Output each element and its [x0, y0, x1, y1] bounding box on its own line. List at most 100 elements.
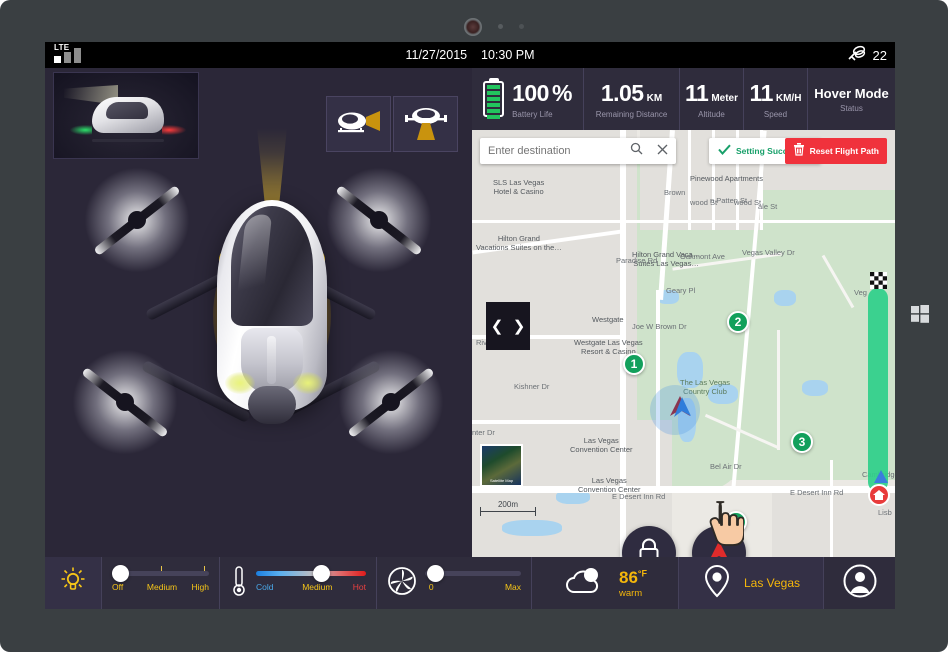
map-label: Geary Pl — [666, 286, 696, 295]
reset-flight-path-button[interactable]: Reset Flight Path — [784, 138, 887, 164]
map-scale-line — [480, 507, 536, 516]
weather-temperature: 86 — [618, 567, 638, 587]
temp-label-medium: Medium — [302, 582, 333, 592]
telemetry-bar: 100 % Battery Life 1.05 KM Remaining Dis… — [472, 68, 895, 130]
drone-top-view — [45, 128, 472, 528]
telemetry-status: Hover Mode Status — [808, 68, 895, 130]
satellite-map-toggle[interactable]: Satellite Map — [480, 444, 523, 487]
battery-unit: % — [551, 79, 572, 106]
chevron-left-icon[interactable]: ❮ — [486, 302, 508, 350]
home-heading-arrow-icon — [874, 470, 888, 483]
map-scale-text: 200m — [497, 500, 518, 509]
map-scale-bar: 200m — [480, 500, 536, 516]
map-label: E Desert Inn Rd — [612, 492, 666, 501]
light-label-high: High — [191, 582, 209, 592]
temperature-control[interactable]: Cold Medium Hot — [220, 557, 377, 609]
map-label: E Desert Inn Rd — [790, 488, 844, 497]
status-value: Hover Mode — [814, 85, 889, 101]
battery-value: 100 — [512, 79, 549, 106]
trash-icon — [793, 142, 805, 161]
telemetry-altitude: 11 Meter Altitude — [680, 68, 744, 130]
checkered-flag-icon — [870, 272, 887, 294]
rotor-hub — [382, 393, 400, 411]
front-camera-icon — [464, 18, 482, 36]
thumbnail-drone-window — [106, 102, 148, 119]
drone-tail-fin — [267, 336, 276, 384]
weather-description: warm — [618, 587, 643, 599]
rotor-rear-left — [69, 346, 181, 458]
tablet-top-bezel — [0, 0, 948, 42]
temperature-slider-track[interactable] — [256, 565, 366, 582]
fan-slider-knob[interactable] — [426, 565, 444, 582]
panel-divider: ❮ ❯ — [486, 302, 530, 350]
home-icon[interactable] — [868, 484, 890, 506]
telemetry-remaining-distance: 1.05 KM Remaining Distance — [584, 68, 680, 130]
rotor-hub — [116, 393, 134, 411]
satellite-count: 22 — [872, 47, 887, 63]
date-text: 11/27/2015 — [405, 48, 468, 62]
temp-label-cold: Cold — [256, 582, 274, 592]
status-label: Status — [840, 103, 863, 113]
search-icon[interactable] — [630, 142, 643, 160]
datetime-display: 11/27/2015 10:30 PM — [45, 42, 895, 68]
landing-light-left — [225, 372, 255, 394]
map-label: Bel Air Dr — [710, 462, 742, 471]
light-toggle-button[interactable] — [45, 557, 102, 609]
rotor-rear-right — [335, 346, 447, 458]
map-label: Kishner Dr — [514, 382, 550, 391]
flight-map[interactable]: SLS Las Vegas Hotel & Casino Hilton Grand… — [472, 130, 895, 557]
rotor-front-right — [323, 164, 435, 276]
flight-corridor — [868, 288, 888, 492]
waypoint-3[interactable]: 3 — [791, 431, 813, 453]
reset-flight-path-label: Reset Flight Path — [809, 146, 879, 156]
rotor-hub — [370, 211, 388, 229]
temperature-slider-knob[interactable] — [313, 565, 331, 582]
rotor-hub — [128, 211, 146, 229]
waypoint-1[interactable]: 1 — [623, 353, 645, 375]
light-slider-track[interactable] — [112, 565, 209, 582]
fan-icon — [387, 566, 417, 601]
close-icon[interactable] — [657, 142, 668, 160]
light-label-off: Off — [112, 582, 124, 592]
map-label: Joe W Brown Dr — [632, 322, 687, 331]
telemetry-battery-life: 100 % Battery Life — [472, 68, 584, 130]
sensor-dot-icon — [519, 24, 524, 29]
light-level-slider[interactable]: Off Medium High — [102, 557, 220, 609]
weather-degree-unit: °F — [637, 567, 648, 578]
satellite-signal-icon — [847, 45, 867, 66]
thermometer-icon — [230, 564, 248, 603]
map-label: Lisb — [878, 508, 892, 517]
navigation-arrow-icon — [664, 392, 694, 427]
cloud-sun-icon — [563, 566, 607, 601]
user-profile-button[interactable] — [824, 557, 895, 609]
windows-logo-icon[interactable] — [906, 300, 934, 328]
waypoint-2[interactable]: 2 — [727, 311, 749, 333]
battery-label: Battery Life — [512, 109, 553, 119]
light-slider-knob[interactable] — [112, 565, 129, 582]
map-label: Westgate — [592, 315, 624, 324]
location-name: Las Vegas — [743, 576, 801, 590]
os-status-bar: LTE 11/27/2015 10:30 PM 22 — [45, 42, 895, 68]
distance-label: Remaining Distance — [595, 109, 668, 119]
destination-search-bar[interactable] — [480, 138, 676, 164]
fan-control[interactable]: 0 Max — [377, 557, 532, 609]
time-text: 10:30 PM — [481, 48, 535, 62]
battery-full-icon — [483, 78, 505, 119]
drone-visual-panel — [45, 68, 472, 609]
altitude-unit: Meter — [711, 92, 738, 104]
altitude-value: 11 — [684, 79, 709, 106]
chevron-right-icon[interactable]: ❯ — [508, 302, 530, 350]
map-pin-icon — [702, 564, 732, 603]
map-label: Las Vegas Convention Center — [570, 436, 633, 454]
user-avatar-icon — [843, 564, 877, 603]
telemetry-speed: 11 KM/H Speed — [744, 68, 808, 130]
weather-display: 86°F warm — [532, 557, 679, 609]
fan-slider-track[interactable] — [425, 565, 521, 582]
search-input[interactable] — [488, 145, 630, 157]
speed-value: 11 — [749, 79, 774, 106]
location-button[interactable]: Las Vegas — [679, 557, 824, 609]
hand-pointer-icon — [704, 498, 745, 555]
map-label: Veg — [854, 288, 867, 297]
map-label: nter Dr — [472, 428, 495, 437]
distance-value: 1.05 — [600, 79, 644, 106]
